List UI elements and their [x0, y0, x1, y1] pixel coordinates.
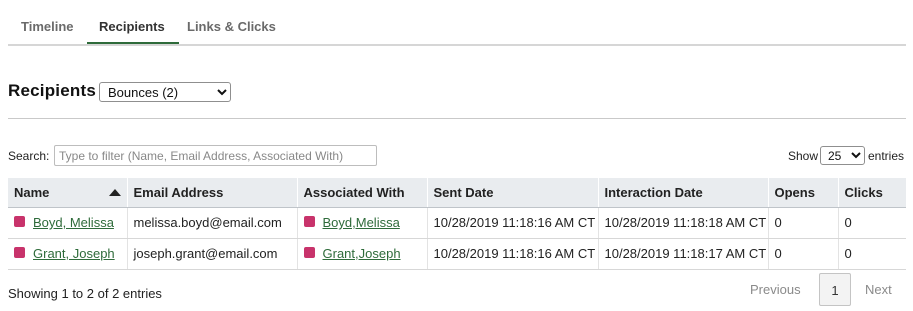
cell-opens: 0 — [768, 207, 839, 239]
cell-email: melissa.boyd@email.com — [127, 207, 298, 239]
table-row: Boyd, Melissa melissa.boyd@email.com Boy… — [8, 207, 906, 239]
column-header-interaction-date[interactable]: Interaction Date — [598, 178, 769, 208]
cell-interaction-date: 10/28/2019 11:18:18 AM CT — [598, 207, 769, 239]
contact-marker-icon — [303, 216, 315, 228]
recipient-name-link[interactable]: Boyd, Melissa — [33, 215, 114, 230]
column-header-opens[interactable]: Opens — [768, 178, 839, 208]
cell-associated: Boyd,Melissa — [297, 207, 428, 239]
associated-with-link[interactable]: Grant,Joseph — [323, 246, 401, 261]
table-row: Grant, Joseph joseph.grant@email.com Gra… — [8, 238, 906, 270]
cell-opens: 0 — [768, 238, 839, 270]
contact-marker-icon — [14, 247, 25, 259]
active-tab-indicator — [87, 42, 179, 44]
column-header-label: Name — [14, 184, 50, 200]
tab-recipients[interactable]: Recipients — [99, 19, 165, 34]
cell-sent-date: 10/28/2019 11:18:16 AM CT — [427, 207, 599, 239]
page-1-button[interactable]: 1 — [819, 273, 851, 306]
previous-page-button[interactable]: Previous — [750, 273, 801, 306]
tab-bar: Timeline Recipients Links & Clicks — [8, 0, 906, 46]
table-header-row: Name Email Address Associated With Sent … — [8, 178, 906, 208]
search-label: Search: — [8, 149, 50, 163]
column-header-name[interactable]: Name — [8, 178, 128, 208]
cell-clicks: 0 — [838, 207, 906, 239]
column-header-email[interactable]: Email Address — [127, 178, 298, 208]
table-info: Showing 1 to 2 of 2 entries — [8, 286, 162, 301]
cell-associated: Grant,Joseph — [297, 238, 428, 270]
section-title: Recipients — [8, 81, 96, 100]
cell-clicks: 0 — [838, 238, 906, 270]
section-divider — [8, 118, 906, 119]
recipients-table: Name Email Address Associated With Sent … — [8, 178, 906, 270]
entries-label: entries — [868, 149, 905, 163]
cell-sent-date: 10/28/2019 11:18:16 AM CT — [427, 238, 599, 270]
tab-links-clicks[interactable]: Links & Clicks — [187, 19, 276, 34]
recipient-filter-select[interactable]: Bounces (2) — [99, 82, 231, 102]
cell-email: joseph.grant@email.com — [127, 238, 298, 270]
cell-interaction-date: 10/28/2019 11:18:17 AM CT — [598, 238, 769, 270]
contact-marker-icon — [303, 247, 315, 259]
page-length-select[interactable]: 25 — [820, 146, 865, 165]
recipient-name-link[interactable]: Grant, Joseph — [33, 246, 115, 261]
show-label: Show — [788, 149, 819, 163]
column-header-sent-date[interactable]: Sent Date — [427, 178, 599, 208]
search-input[interactable] — [54, 145, 377, 166]
cell-name: Boyd, Melissa — [8, 207, 128, 239]
associated-with-link[interactable]: Boyd,Melissa — [323, 215, 400, 230]
column-header-associated[interactable]: Associated With — [297, 178, 428, 208]
column-header-clicks[interactable]: Clicks — [838, 178, 906, 208]
next-page-button[interactable]: Next — [865, 273, 892, 306]
sort-ascending-icon — [108, 188, 121, 196]
contact-marker-icon — [14, 216, 25, 228]
tab-timeline[interactable]: Timeline — [21, 19, 74, 34]
cell-name: Grant, Joseph — [8, 238, 128, 270]
